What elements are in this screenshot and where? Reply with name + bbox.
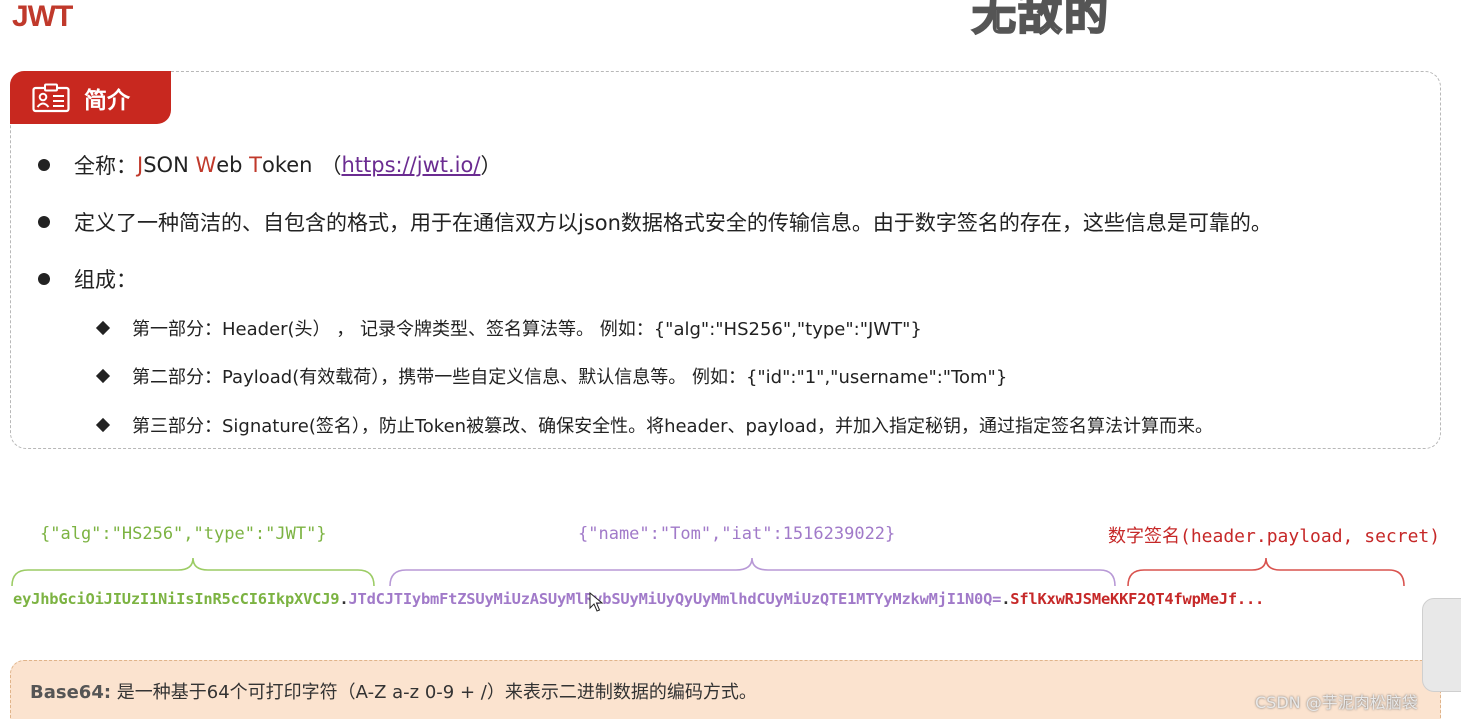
part-header-item: 第一部分：Header(头） ， 记录令牌类型、签名算法等。 例如：{"alg"… <box>95 315 922 341</box>
letter-t: T <box>249 153 262 177</box>
text-oken: oken <box>261 153 313 177</box>
letter-w: W <box>195 153 217 177</box>
full-name-prefix: 全称： <box>74 154 137 178</box>
paren-close: ） <box>480 154 502 178</box>
bullet-dot-icon <box>38 159 50 171</box>
id-card-icon <box>32 83 70 112</box>
intro-tag: 简介 <box>10 71 171 124</box>
definition-text: 定义了一种简洁的、自包含的格式，用于在通信双方以json数据格式安全的传输信息。… <box>74 211 1272 235</box>
base64-note: Base64: 是一种基于64个可打印字符（A-Z a-z 0-9 + /）来表… <box>30 678 757 704</box>
side-scroll-handle[interactable] <box>1422 598 1461 692</box>
intro-tag-label: 简介 <box>84 87 130 114</box>
token-signature-part: SflKxwRJSMeKKF2QT4fwpMeJf... <box>1010 590 1265 608</box>
part-signature-text: 第三部分：Signature(签名），防止Token被篡改、确保安全性。将hea… <box>132 416 1214 437</box>
diamond-bullet-icon <box>95 320 111 336</box>
part-payload-text: 第二部分：Payload(有效载荷），携带一些自定义信息、默认信息等。 例如：{… <box>132 367 1008 388</box>
page-title: JWT <box>12 0 73 33</box>
payload-brace <box>389 557 1116 587</box>
token-header-part: eyJhbGciOiJIUzI1NiIsInR5cCI6IkpXVCJ9 <box>13 590 340 608</box>
composition-text: 组成： <box>74 268 137 292</box>
part-signature-item: 第三部分：Signature(签名），防止Token被篡改、确保安全性。将hea… <box>95 412 1214 438</box>
token-dot: . <box>1001 590 1011 608</box>
text-eb: eb <box>216 153 250 177</box>
base64-text: 是一种基于64个可打印字符（A-Z a-z 0-9 + /）来表示二进制数据的编… <box>111 682 757 703</box>
part-header-text: 第一部分：Header(头） ， 记录令牌类型、签名算法等。 例如：{"alg"… <box>132 319 922 340</box>
bullet-definition: 定义了一种简洁的、自包含的格式，用于在通信双方以json数据格式安全的传输信息。… <box>38 207 1272 237</box>
jwt-token-string: eyJhbGciOiJIUzI1NiIsInR5cCI6IkpXVCJ9.JTd… <box>13 590 1264 608</box>
base64-label: Base64: <box>30 682 112 703</box>
brace-overlay <box>11 557 1405 587</box>
part-payload-item: 第二部分：Payload(有效载荷），携带一些自定义信息、默认信息等。 例如：{… <box>95 363 1008 389</box>
paren-open: （ <box>320 154 342 178</box>
bullet-dot-icon <box>38 216 50 228</box>
header-brace <box>11 557 375 587</box>
mouse-cursor-icon <box>589 592 603 612</box>
bullet-full-name: 全称： J SON Web Token （ https://jwt.io/ ） <box>38 150 501 180</box>
text-son: SON <box>143 153 196 177</box>
token-payload-part: JTdCJTIybmFtZSUyMiUzASUyMlRvbSUyMiUyQyUy… <box>348 590 1002 608</box>
bullet-composition: 组成： <box>38 264 137 294</box>
diamond-bullet-icon <box>95 368 111 384</box>
overlay-watermark-text: 无敌的 <box>971 0 1110 41</box>
signature-brace <box>1127 557 1405 587</box>
bullet-dot-icon <box>38 273 50 285</box>
diamond-bullet-icon <box>95 417 111 433</box>
intro-box <box>10 71 1441 449</box>
jwt-io-link[interactable]: https://jwt.io/ <box>341 153 480 177</box>
csdn-watermark: CSDN @芋泥肉松脑袋 <box>1255 693 1418 712</box>
